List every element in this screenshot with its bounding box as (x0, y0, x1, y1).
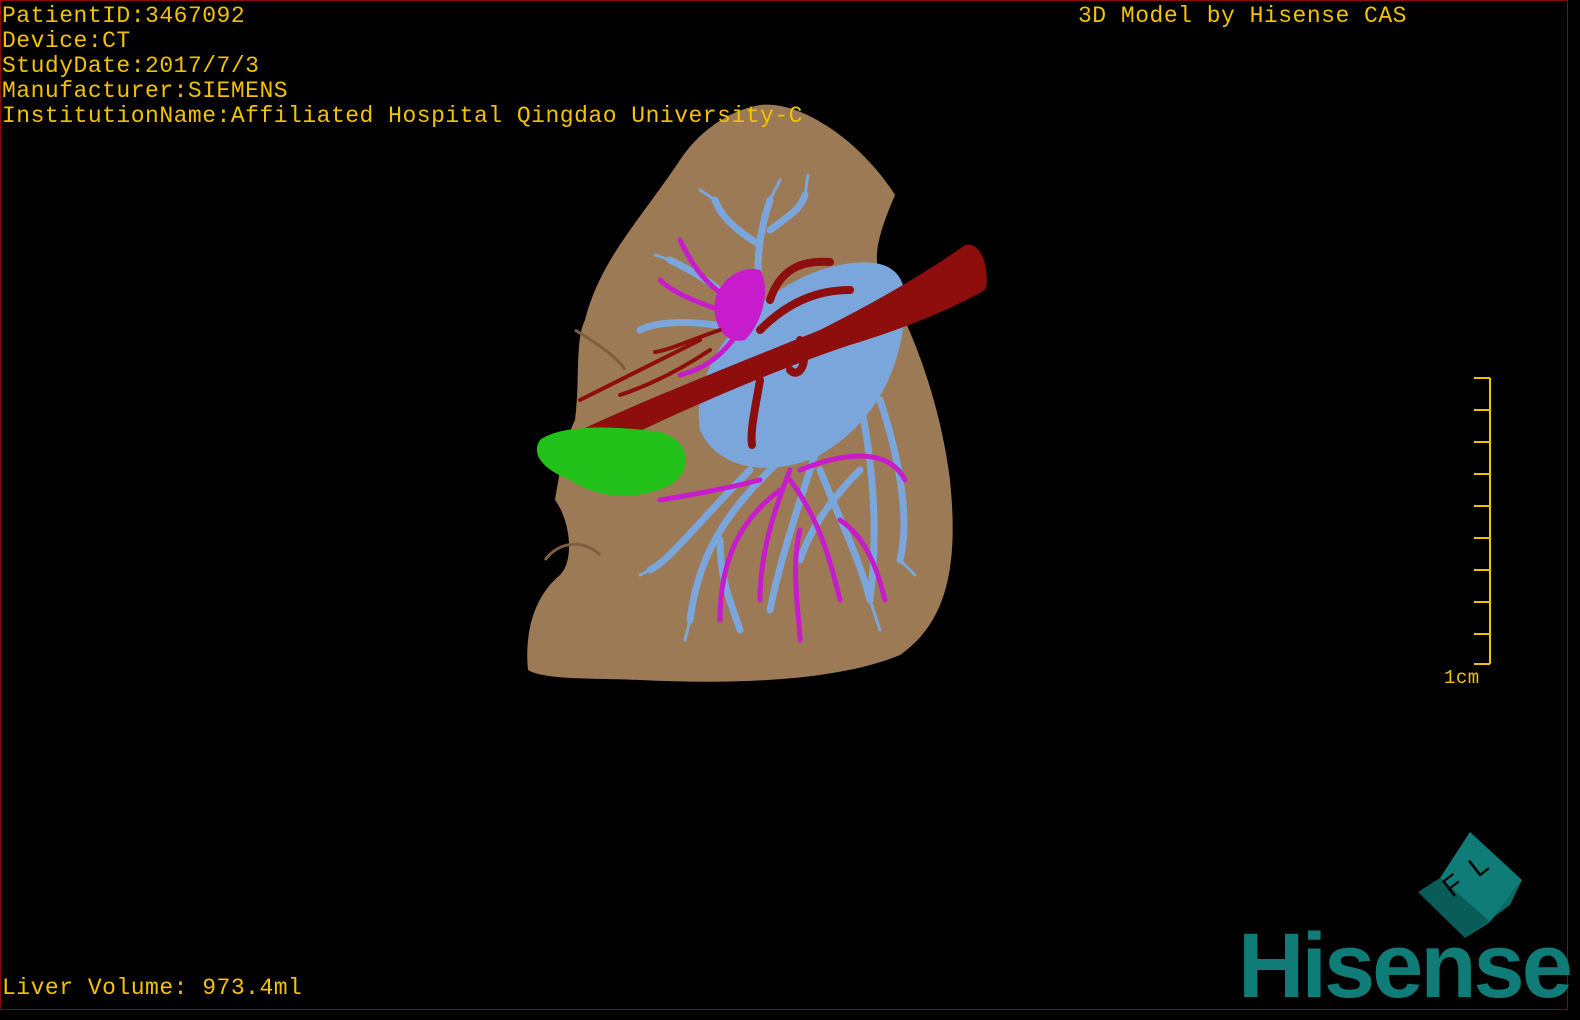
device-info: Device:CT (2, 28, 131, 54)
model-credit: 3D Model by Hisense CAS (1078, 3, 1407, 29)
patient-id: PatientID:3467092 (2, 3, 246, 29)
institution-name: InstitutionName:Affiliated Hospital Qing… (2, 103, 803, 129)
study-date: StudyDate:2017/7/3 (2, 53, 260, 79)
orientation-cube-icon[interactable]: F L (0, 0, 1580, 1020)
brand-logo: Hisense (1238, 915, 1573, 1017)
liver-volume: Liver Volume: 973.4ml (2, 975, 303, 1001)
manufacturer: Manufacturer:SIEMENS (2, 78, 289, 104)
